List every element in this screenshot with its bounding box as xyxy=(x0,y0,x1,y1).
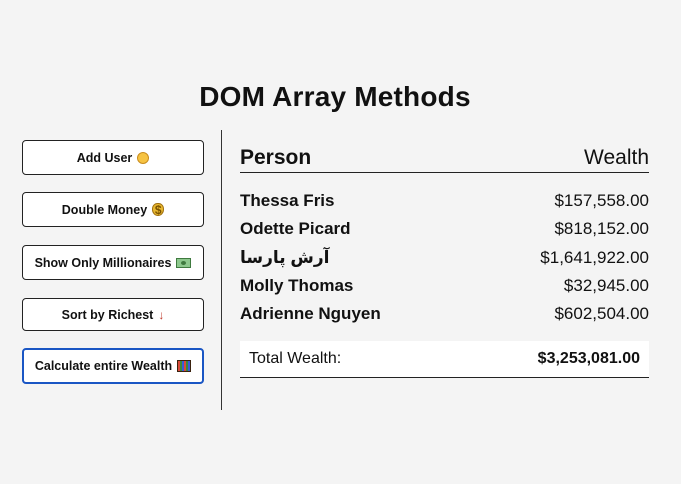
person-wealth: $32,945.00 xyxy=(563,276,649,296)
add-user-label: Add User xyxy=(76,150,133,165)
person-name: Molly Thomas xyxy=(240,276,354,296)
calculate-wealth-label: Calculate entire Wealth xyxy=(34,359,173,373)
person-row: Molly Thomas $32,945.00 xyxy=(240,272,649,300)
sort-richest-button[interactable]: Sort by Richest ↓ xyxy=(22,298,204,331)
page-title: DOM Array Methods xyxy=(199,80,471,112)
table-header: Person Wealth xyxy=(240,138,649,173)
person-name: Odette Picard xyxy=(240,219,351,239)
vertical-divider xyxy=(221,130,222,410)
person-name: Adrienne Nguyen xyxy=(240,304,381,324)
total-wealth-label: Total Wealth: xyxy=(249,350,342,368)
person-name: آرش پارسا xyxy=(240,247,330,267)
person-row: Odette Picard $818,152.00 xyxy=(240,215,649,243)
person-wealth: $157,558.00 xyxy=(554,191,649,211)
abacus-icon xyxy=(177,360,192,372)
person-row: Thessa Fris $157,558.00 xyxy=(240,187,649,215)
sort-richest-label: Sort by Richest xyxy=(61,307,154,322)
person-list: Thessa Fris $157,558.00 Odette Picard $8… xyxy=(240,187,649,328)
person-wealth: $602,504.00 xyxy=(554,304,649,324)
calculate-wealth-button[interactable]: Calculate entire Wealth xyxy=(22,348,204,384)
person-row: Adrienne Nguyen $602,504.00 xyxy=(240,300,649,328)
money-bag-icon: $ xyxy=(152,203,165,216)
person-wealth: $818,152.00 xyxy=(554,219,649,239)
total-wealth-row: Total Wealth: $3,253,081.00 xyxy=(240,341,649,379)
baby-face-icon xyxy=(137,151,150,164)
person-column-header: Person xyxy=(240,146,312,169)
dollar-bill-icon xyxy=(176,257,192,268)
person-wealth: $1,641,922.00 xyxy=(540,247,649,267)
add-user-button[interactable]: Add User xyxy=(22,140,204,175)
person-row: آرش پارسا $1,641,922.00 xyxy=(240,244,649,272)
total-wealth-amount: $3,253,081.00 xyxy=(537,350,640,368)
double-money-label: Double Money xyxy=(61,202,148,217)
double-money-button[interactable]: Double Money $ xyxy=(22,192,204,227)
person-name: Thessa Fris xyxy=(240,191,335,211)
show-millionaires-label: Show Only Millionaires xyxy=(34,255,172,270)
down-arrow-icon: ↓ xyxy=(158,307,165,322)
wealth-table: Person Wealth Thessa Fris $157,558.00 Od… xyxy=(240,138,649,379)
wealth-column-header: Wealth xyxy=(584,146,649,169)
show-millionaires-button[interactable]: Show Only Millionaires xyxy=(22,245,204,280)
